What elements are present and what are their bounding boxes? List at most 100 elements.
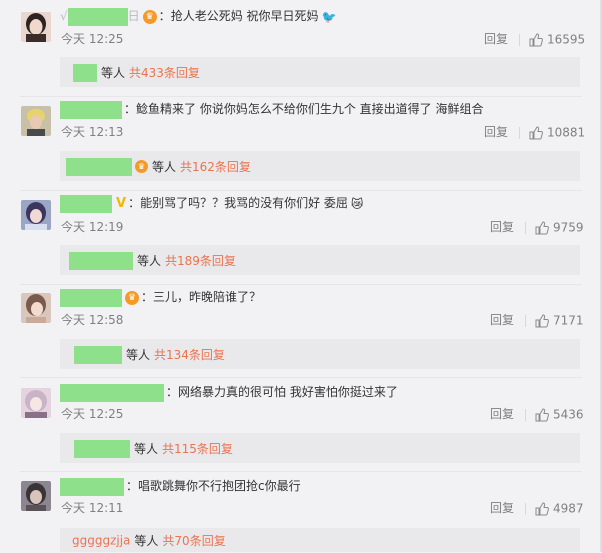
masked-sub-username[interactable] xyxy=(74,345,122,364)
sub-replies-etc: 等人 xyxy=(134,533,159,548)
like-count: 9759 xyxy=(553,220,584,235)
reply-button[interactable]: 回复 xyxy=(490,313,514,327)
masked-sub-username[interactable] xyxy=(69,251,133,270)
comment-line: ：鲶鱼精来了 你说你妈怎么不给你们生九个 直接出道得了 海鲜组合 xyxy=(60,99,483,119)
comment-line: √ 日 ♛ ：抢人老公死妈 祝你早日死妈 🐦 xyxy=(60,6,336,26)
comment-time: 今天 12:58 xyxy=(61,313,124,327)
comment-actions: 回复 16595 xyxy=(484,31,585,47)
masked-username[interactable] xyxy=(60,194,112,213)
sub-replies-count-link[interactable]: 共134条回复 xyxy=(154,348,225,362)
vip-badge-icon[interactable]: ♛ xyxy=(142,9,157,24)
avatar[interactable] xyxy=(21,200,51,230)
masked-sub-username[interactable] xyxy=(74,439,130,458)
divider xyxy=(20,96,582,97)
reply-button[interactable]: 回复 xyxy=(490,220,514,234)
like-button[interactable]: 4987 xyxy=(535,501,584,516)
divider xyxy=(525,221,527,234)
username-suffix[interactable]: 日 xyxy=(128,9,140,23)
sub-reply-username-link[interactable]: gggggzjja xyxy=(72,534,130,548)
masked-sub-username[interactable] xyxy=(66,157,132,176)
vip-badge-icon[interactable]: ♛ xyxy=(135,160,148,173)
sub-replies-count-link[interactable]: 共189条回复 xyxy=(165,254,236,268)
comment-colon: ： xyxy=(124,102,137,116)
like-count: 4987 xyxy=(553,501,584,516)
reply-button[interactable]: 回复 xyxy=(490,501,514,515)
comment-colon: ： xyxy=(141,290,154,304)
avatar-image xyxy=(21,106,51,136)
comment-line: ♛ ：三儿，昨晚陪谁了？ xyxy=(60,287,261,307)
sub-replies-etc: 等人 xyxy=(134,441,159,456)
masked-sub-username[interactable] xyxy=(73,63,97,82)
reply-button[interactable]: 回复 xyxy=(484,32,508,46)
reply-button[interactable]: 回复 xyxy=(484,125,508,139)
divider xyxy=(519,33,521,46)
avatar[interactable] xyxy=(21,106,51,136)
verified-badge-icon[interactable]: V xyxy=(116,194,126,214)
username-prefix[interactable]: √ xyxy=(60,9,68,23)
comment-line: ：唱歌跳舞你不行抱团抢c你最行 xyxy=(60,476,301,496)
avatar-image xyxy=(21,200,51,230)
thumbs-up-icon xyxy=(535,220,549,234)
like-button[interactable]: 7171 xyxy=(535,313,584,328)
comment-time: 今天 12:11 xyxy=(61,501,124,515)
thumbs-up-icon xyxy=(535,501,549,515)
masked-username[interactable] xyxy=(60,383,164,402)
sub-replies-box[interactable]: 等人 共134条回复 xyxy=(60,339,580,369)
sub-replies-etc: 等人 xyxy=(137,253,162,268)
avatar-image xyxy=(21,388,51,418)
comment-colon: ： xyxy=(128,196,141,210)
avatar[interactable] xyxy=(21,388,51,418)
masked-username[interactable] xyxy=(60,100,122,119)
comment-actions: 回复 7171 xyxy=(490,312,584,328)
avatar[interactable] xyxy=(21,12,51,42)
like-button[interactable]: 9759 xyxy=(535,220,584,235)
sub-replies-box[interactable]: ♛ 等人 共162条回复 xyxy=(60,151,580,181)
comment-time: 今天 12:25 xyxy=(61,407,124,421)
comment-text: 三儿，昨晚陪谁了？ xyxy=(153,290,262,304)
sub-replies-count-link[interactable]: 共433条回复 xyxy=(129,66,200,80)
comment-colon: ： xyxy=(126,479,139,493)
like-count: 5436 xyxy=(553,407,584,422)
masked-username[interactable] xyxy=(67,7,128,26)
comment-text: 抢人老公死妈 祝你早日死妈 xyxy=(170,9,319,23)
sub-replies-box[interactable]: 等人 共189条回复 xyxy=(60,245,580,275)
masked-username[interactable] xyxy=(60,477,124,496)
avatar[interactable] xyxy=(21,481,51,511)
comment-actions: 回复 5436 xyxy=(490,406,584,422)
comment-actions: 回复 10881 xyxy=(484,124,585,140)
comment-actions: 回复 9759 xyxy=(490,219,584,235)
comment-text: 鲶鱼精来了 你说你妈怎么不给你们生九个 直接出道得了 海鲜组合 xyxy=(136,102,484,116)
comment-time: 今天 12:25 xyxy=(61,32,124,46)
sub-replies-etc: 等人 xyxy=(101,65,126,80)
sub-replies-etc: 等人 xyxy=(126,347,151,362)
sub-replies-box[interactable]: 等人 共433条回复 xyxy=(60,57,580,87)
sub-replies-box[interactable]: gggggzjja 等人 共70条回复 xyxy=(60,528,580,552)
like-button[interactable]: 5436 xyxy=(535,407,584,422)
like-button[interactable]: 10881 xyxy=(529,125,585,140)
sub-replies-count-link[interactable]: 共115条回复 xyxy=(162,442,233,456)
comment-colon: ： xyxy=(158,9,171,23)
comment-time: 今天 12:13 xyxy=(61,125,124,139)
divider xyxy=(525,314,527,327)
masked-username[interactable] xyxy=(60,288,122,307)
like-button[interactable]: 16595 xyxy=(529,32,586,47)
sub-replies-etc: 等人 xyxy=(152,159,177,174)
avatar[interactable] xyxy=(21,293,51,323)
comment-text: 唱歌跳舞你不行抱团抢c你最行 xyxy=(138,479,301,493)
comment-text: 网络暴力真的很可怕 我好害怕你挺过来了 xyxy=(178,385,398,399)
comment-colon: ： xyxy=(166,385,179,399)
like-count: 16595 xyxy=(547,32,586,47)
vip-badge-icon[interactable]: ♛ xyxy=(125,290,139,305)
bird-emoji-icon: 🐦 xyxy=(321,9,337,24)
divider xyxy=(525,502,527,515)
crying-cat-emoji-icon: 😿 xyxy=(350,196,364,211)
like-count: 7171 xyxy=(553,313,584,328)
divider xyxy=(20,190,582,191)
sub-replies-box[interactable]: 等人 共115条回复 xyxy=(60,433,580,463)
avatar-image xyxy=(21,293,51,323)
sub-replies-count-link[interactable]: 共162条回复 xyxy=(180,160,251,174)
thumbs-up-icon xyxy=(535,313,549,327)
reply-button[interactable]: 回复 xyxy=(490,407,514,421)
comment-actions: 回复 4987 xyxy=(490,500,584,516)
sub-replies-count-link[interactable]: 共70条回复 xyxy=(162,534,225,548)
